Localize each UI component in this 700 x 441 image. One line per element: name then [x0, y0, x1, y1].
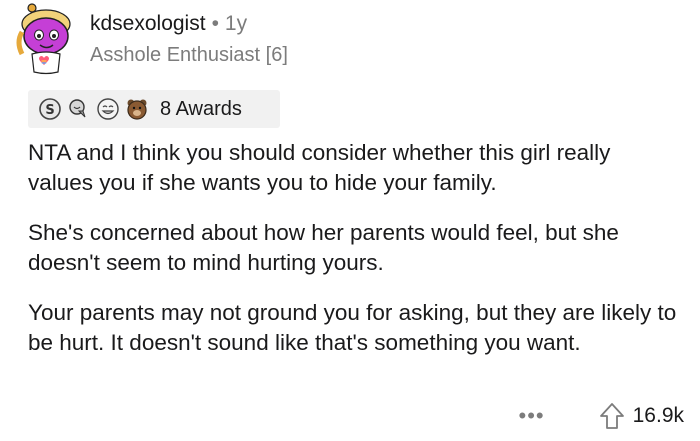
upvote-arrow-icon[interactable] — [599, 402, 625, 430]
awards-count: 8 Awards — [160, 97, 242, 120]
comment-paragraph: She's concerned about how her parents wo… — [28, 220, 619, 275]
bear-award-icon — [125, 97, 149, 121]
comment-paragraph: Your parents may not ground you for aski… — [28, 300, 677, 355]
user-flair: Asshole Enthusiast [6] — [90, 44, 288, 66]
comment-age: 1y — [224, 12, 248, 35]
awards-bar[interactable]: S 8 Awards — [28, 90, 280, 128]
wholesome-seal-icon — [67, 97, 91, 121]
laughing-face-icon — [96, 97, 120, 121]
comment-header: kdsexologist • 1y — [90, 12, 247, 36]
svg-text:S: S — [45, 103, 54, 118]
silver-award-icon: S — [38, 97, 62, 121]
avatar[interactable] — [10, 2, 74, 76]
meta-separator: • — [211, 12, 219, 35]
comment-paragraph: NTA and I think you should consider whet… — [28, 140, 611, 195]
snoo-avatar-icon — [16, 3, 71, 75]
comment-actions: ••• 16.9k — [519, 398, 684, 434]
more-options-button[interactable]: ••• — [519, 405, 545, 427]
username-link[interactable]: kdsexologist — [90, 12, 206, 35]
comment-body: NTA and I think you should consider whet… — [28, 138, 678, 378]
vote-score: 16.9k — [632, 404, 684, 427]
